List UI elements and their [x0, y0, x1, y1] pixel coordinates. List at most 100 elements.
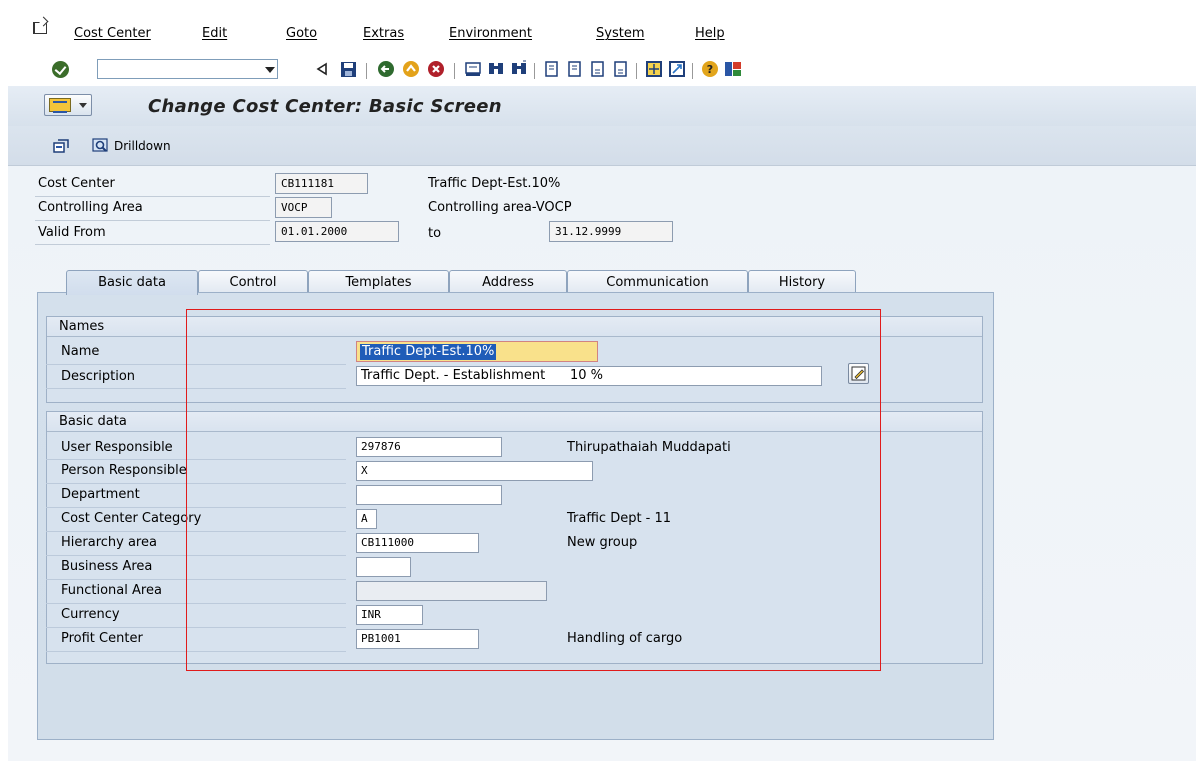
pencil-icon — [851, 366, 866, 381]
row-divider — [46, 364, 346, 365]
user-responsible-field[interactable]: 297876 — [356, 437, 502, 457]
menu-extras[interactable]: Extras — [363, 26, 404, 41]
cost-center-category-label: Cost Center Category — [61, 511, 202, 526]
standard-toolbar: ? — [8, 56, 1196, 86]
description-field[interactable]: Traffic Dept. - Establishment 10 % — [356, 366, 822, 386]
tab-basic-data[interactable]: Basic data — [66, 270, 198, 295]
hierarchy-area-description: New group — [567, 535, 638, 550]
enter-icon[interactable] — [52, 61, 69, 78]
title-bar: Change Cost Center: Basic Screen — [8, 86, 1196, 126]
drilldown-button[interactable]: Drilldown — [92, 136, 171, 156]
menu-goto[interactable]: Goto — [286, 26, 317, 41]
row-divider — [46, 507, 346, 508]
command-field[interactable] — [97, 59, 278, 79]
department-field[interactable] — [356, 485, 502, 505]
tab-address[interactable]: Address — [449, 270, 567, 294]
toolbar-separator — [692, 63, 693, 79]
chevron-down-icon — [79, 103, 87, 108]
row-divider — [46, 483, 346, 484]
menu-bar: Cost Center Edit Goto Extras Environment… — [8, 0, 1196, 56]
cost-center-category-field[interactable]: A — [356, 509, 377, 529]
tab-control[interactable]: Control — [198, 270, 308, 294]
cost-center-category-description: Traffic Dept - 11 — [567, 511, 672, 526]
row-divider — [46, 555, 346, 556]
profit-center-description: Handling of cargo — [567, 631, 683, 646]
menu-system[interactable]: System — [596, 26, 644, 41]
exit-icon[interactable] — [401, 59, 421, 79]
find-next-icon[interactable] — [509, 59, 529, 79]
first-page-icon[interactable] — [542, 59, 562, 79]
row-divider — [46, 579, 346, 580]
print-icon[interactable] — [463, 59, 483, 79]
menu-environment[interactable]: Environment — [449, 26, 532, 41]
row-divider — [35, 196, 270, 197]
shortcut-icon[interactable] — [667, 59, 687, 79]
toolbar-separator — [366, 63, 367, 79]
help-icon[interactable]: ? — [700, 59, 720, 79]
controlling-area-description: Controlling area-VOCP — [428, 200, 572, 215]
row-divider — [46, 459, 346, 460]
department-label: Department — [61, 487, 140, 502]
row-divider — [46, 603, 346, 604]
menu-help[interactable]: Help — [695, 26, 725, 41]
hierarchy-area-field[interactable]: CB111000 — [356, 533, 479, 553]
functional-area-field — [356, 581, 547, 601]
drilldown-icon — [92, 138, 108, 152]
controlling-area-field[interactable]: VOCP — [275, 197, 332, 218]
svg-text:?: ? — [707, 63, 713, 76]
basic-data-group-title: Basic data — [47, 412, 982, 432]
row-divider — [46, 651, 346, 652]
controlling-area-label: Controlling Area — [38, 200, 143, 215]
chevron-down-icon[interactable] — [265, 67, 275, 73]
back-nav-icon[interactable] — [376, 59, 396, 79]
description-label: Description — [61, 369, 136, 384]
valid-to-label: to — [428, 226, 442, 241]
find-icon[interactable] — [486, 59, 506, 79]
command-input[interactable] — [98, 60, 253, 78]
profit-center-label: Profit Center — [61, 631, 143, 646]
row-divider — [46, 531, 346, 532]
currency-label: Currency — [61, 607, 120, 622]
edit-text-button[interactable] — [848, 363, 869, 384]
save-icon[interactable] — [338, 59, 358, 79]
valid-to-field[interactable]: 31.12.9999 — [549, 221, 673, 242]
tab-history[interactable]: History — [748, 270, 856, 294]
tab-communication[interactable]: Communication — [567, 270, 748, 294]
name-label: Name — [61, 344, 100, 359]
valid-from-label: Valid From — [38, 225, 106, 240]
menu-edit[interactable]: Edit — [202, 26, 227, 41]
other-cost-center-icon[interactable] — [52, 138, 70, 154]
person-responsible-label: Person Responsible — [61, 463, 187, 478]
tab-templates[interactable]: Templates — [308, 270, 449, 294]
last-page-icon[interactable] — [611, 59, 631, 79]
hierarchy-area-label: Hierarchy area — [61, 535, 157, 550]
menu-expand-icon[interactable] — [33, 22, 47, 34]
back-icon[interactable] — [312, 59, 332, 79]
functional-area-label: Functional Area — [61, 583, 162, 598]
cost-center-description: Traffic Dept-Est.10% — [428, 176, 561, 191]
application-toolbar: Drilldown — [8, 126, 1196, 166]
names-group-title: Names — [47, 317, 982, 337]
profit-center-field[interactable]: PB1001 — [356, 629, 479, 649]
toolbar-separator — [534, 63, 535, 79]
business-area-field[interactable] — [356, 557, 411, 577]
previous-page-icon[interactable] — [565, 59, 585, 79]
row-divider — [35, 244, 270, 245]
row-divider — [46, 627, 346, 628]
new-session-icon[interactable] — [644, 59, 664, 79]
customize-layout-icon[interactable] — [723, 59, 743, 79]
cost-center-field[interactable]: CB111181 — [275, 173, 368, 194]
cancel-icon[interactable] — [426, 59, 446, 79]
next-page-icon[interactable] — [588, 59, 608, 79]
currency-field[interactable]: INR — [356, 605, 423, 625]
user-responsible-description: Thirupathaiah Muddapati — [567, 440, 731, 455]
menu-cost-center[interactable]: Cost Center — [74, 26, 151, 41]
user-responsible-label: User Responsible — [61, 440, 173, 455]
system-function-button[interactable] — [44, 94, 92, 116]
valid-from-field[interactable]: 01.01.2000 — [275, 221, 399, 242]
name-field[interactable]: Traffic Dept-Est.10% — [356, 341, 598, 362]
person-responsible-field[interactable]: X — [356, 461, 593, 481]
toolbar-separator — [454, 63, 455, 79]
name-field-value: Traffic Dept-Est.10% — [360, 344, 497, 360]
toolbar-separator — [636, 63, 637, 79]
